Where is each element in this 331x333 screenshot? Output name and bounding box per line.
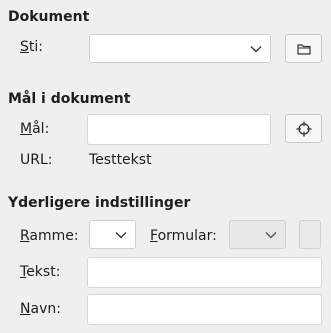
crosshair-icon bbox=[296, 121, 311, 136]
url-label: URL: bbox=[20, 152, 53, 168]
events-button[interactable] bbox=[299, 220, 321, 249]
chevron-down-icon bbox=[250, 45, 262, 52]
target-button[interactable] bbox=[285, 114, 322, 143]
section-title-document: Dokument bbox=[8, 9, 90, 25]
target-label: Mål: bbox=[20, 121, 50, 137]
url-value: Testtekst bbox=[89, 152, 152, 168]
text-label: Tekst: bbox=[20, 264, 61, 280]
section-title-target: Mål i dokument bbox=[8, 91, 131, 107]
folder-icon bbox=[296, 43, 311, 55]
name-input[interactable] bbox=[87, 294, 322, 325]
target-input[interactable] bbox=[87, 114, 271, 145]
path-label: Sti: bbox=[20, 39, 43, 55]
browse-button[interactable] bbox=[285, 34, 322, 63]
text-input[interactable] bbox=[87, 257, 322, 288]
chevron-down-icon bbox=[265, 231, 277, 238]
section-title-further-settings: Yderligere indstillinger bbox=[8, 195, 191, 211]
form-label: Formular: bbox=[150, 228, 217, 244]
form-combobox[interactable] bbox=[229, 220, 286, 249]
frame-label: Ramme: bbox=[20, 228, 79, 244]
name-label: Navn: bbox=[20, 301, 61, 317]
frame-combobox[interactable] bbox=[89, 220, 136, 249]
path-combobox[interactable] bbox=[89, 34, 271, 63]
chevron-down-icon bbox=[115, 231, 127, 238]
